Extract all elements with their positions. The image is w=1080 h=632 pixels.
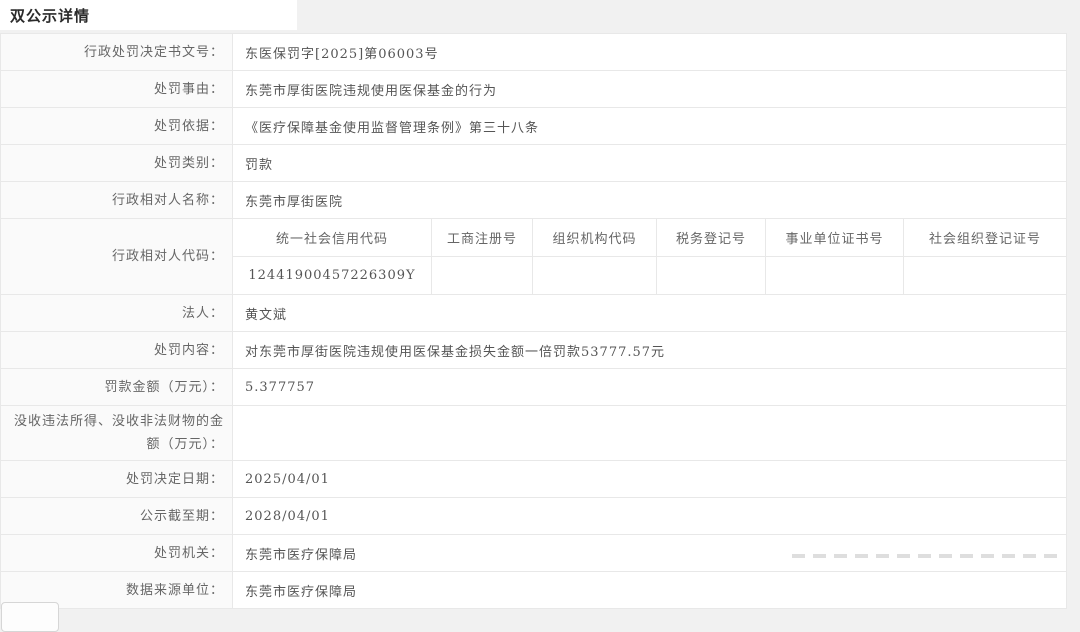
row-value: 对东莞市厚街医院违规使用医保基金损失金额一倍罚款53777.57元	[233, 332, 1066, 368]
party-codes-header-row: 统一社会信用代码 工商注册号 组织机构代码 税务登记号 事业单位证书号 社会组织…	[233, 219, 1066, 257]
penalty-detail-table: 行政处罚决定书文号： 东医保罚字[2025]第06003号 处罚事由： 东莞市厚…	[0, 33, 1067, 609]
table-row-penalty-category: 处罚类别： 罚款	[1, 145, 1066, 182]
table-row-fine-amount: 罚款金额（万元）： 5.377757	[1, 369, 1066, 406]
code-column-value	[657, 257, 766, 294]
row-value: 罚款	[233, 145, 1066, 181]
row-label: 处罚类别：	[1, 145, 233, 181]
page-title: 双公示详情	[0, 5, 90, 26]
row-label: 公示截至期：	[1, 498, 233, 534]
party-codes-value-row: 12441900457226309Y	[233, 257, 1066, 294]
table-row-decision-date: 处罚决定日期： 2025/04/01	[1, 461, 1066, 498]
row-value: 5.377757	[233, 369, 1066, 405]
party-codes-subtable: 统一社会信用代码 工商注册号 组织机构代码 税务登记号 事业单位证书号 社会组织…	[233, 219, 1066, 294]
row-value: 2028/04/01	[233, 498, 1066, 534]
row-value: 《医疗保障基金使用监督管理条例》第三十八条	[233, 108, 1066, 144]
code-column-value	[533, 257, 657, 294]
code-column-value	[432, 257, 533, 294]
row-label: 法人：	[1, 295, 233, 331]
title-box: 双公示详情	[0, 0, 297, 30]
row-value: 东莞市厚街医院违规使用医保基金的行为	[233, 71, 1066, 107]
row-label: 处罚机关：	[1, 535, 233, 571]
row-label: 行政处罚决定书文号：	[1, 34, 233, 70]
code-column-header: 税务登记号	[657, 219, 766, 256]
code-column-header: 事业单位证书号	[766, 219, 904, 256]
table-row-party-name: 行政相对人名称： 东莞市厚街医院	[1, 182, 1066, 219]
row-value	[233, 406, 1066, 460]
code-column-value	[766, 257, 904, 294]
table-row-data-source: 数据来源单位： 东莞市医疗保障局	[1, 572, 1066, 609]
row-value: 东莞市厚街医院	[233, 182, 1066, 218]
row-label: 罚款金额（万元）：	[1, 369, 233, 405]
table-row-penalty-authority: 处罚机关： 东莞市医疗保障局	[1, 535, 1066, 572]
code-column-value	[904, 257, 1066, 294]
table-row-decision-number: 行政处罚决定书文号： 东医保罚字[2025]第06003号	[1, 34, 1066, 71]
row-label: 处罚内容：	[1, 332, 233, 368]
row-value: 东莞市医疗保障局	[233, 572, 1066, 608]
row-label: 没收违法所得、没收非法财物的金额（万元）：	[1, 406, 233, 460]
table-row-publicity-deadline: 公示截至期： 2028/04/01	[1, 498, 1066, 535]
table-row-penalty-basis: 处罚依据： 《医疗保障基金使用监督管理条例》第三十八条	[1, 108, 1066, 145]
row-label: 处罚决定日期：	[1, 461, 233, 497]
row-value: 东莞市医疗保障局	[233, 535, 1066, 571]
code-column-header: 社会组织登记证号	[904, 219, 1066, 256]
code-column-header: 统一社会信用代码	[233, 219, 432, 256]
row-label: 行政相对人代码：	[1, 219, 233, 294]
code-column-header: 组织机构代码	[533, 219, 657, 256]
table-row-party-codes: 行政相对人代码： 统一社会信用代码 工商注册号 组织机构代码 税务登记号 事业单…	[1, 219, 1066, 295]
header-band: 双公示详情	[0, 0, 1080, 33]
code-column-value: 12441900457226309Y	[233, 257, 432, 294]
table-row-legal-person: 法人： 黄文斌	[1, 295, 1066, 332]
table-row-confiscation-amount: 没收违法所得、没收非法财物的金额（万元）：	[1, 406, 1066, 461]
row-label: 处罚事由：	[1, 71, 233, 107]
table-row-penalty-reason: 处罚事由： 东莞市厚街医院违规使用医保基金的行为	[1, 71, 1066, 108]
row-label: 行政相对人名称：	[1, 182, 233, 218]
row-value: 黄文斌	[233, 295, 1066, 331]
back-button[interactable]	[1, 602, 59, 632]
row-value: 2025/04/01	[233, 461, 1066, 497]
row-label: 处罚依据：	[1, 108, 233, 144]
table-row-penalty-content: 处罚内容： 对东莞市厚街医院违规使用医保基金损失金额一倍罚款53777.57元	[1, 332, 1066, 369]
code-column-header: 工商注册号	[432, 219, 533, 256]
row-value: 东医保罚字[2025]第06003号	[233, 34, 1066, 70]
